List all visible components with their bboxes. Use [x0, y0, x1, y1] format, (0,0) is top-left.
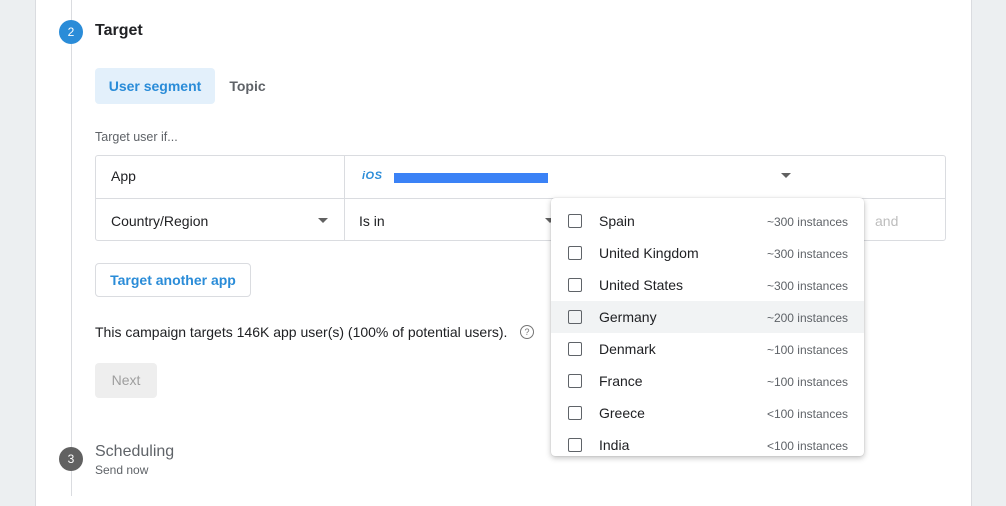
instance-count: ~300 instances: [766, 279, 848, 293]
step-2-badge: 2: [59, 20, 83, 44]
instance-count: ~100 instances: [766, 375, 848, 389]
step-3-subtitle: Send now: [95, 463, 149, 477]
country-select-chevron-down-icon[interactable]: [318, 218, 328, 223]
instance-count: ~100 instances: [766, 343, 848, 357]
target-if-label: Target user if...: [95, 130, 178, 144]
country-label: United States: [599, 277, 684, 293]
country-option-united-states[interactable]: United States ~300 instances: [551, 269, 864, 301]
country-label: Spain: [599, 213, 635, 229]
country-label: France: [599, 373, 643, 389]
operator-select[interactable]: Is in: [359, 213, 385, 229]
checkbox[interactable]: [568, 246, 582, 260]
instance-count: <100 instances: [766, 407, 848, 421]
country-dropdown[interactable]: Spain ~300 instances United Kingdom ~300…: [551, 198, 864, 456]
country-option-france[interactable]: France ~100 instances: [551, 365, 864, 397]
help-icon[interactable]: ?: [520, 325, 534, 339]
checkbox[interactable]: [568, 342, 582, 356]
redacted-app-name: [394, 173, 548, 183]
country-option-greece[interactable]: Greece <100 instances: [551, 397, 864, 429]
country-option-united-kingdom[interactable]: United Kingdom ~300 instances: [551, 237, 864, 269]
target-another-app-button[interactable]: Target another app: [95, 263, 251, 297]
step-3-badge: 3: [59, 447, 83, 471]
country-option-germany[interactable]: Germany ~200 instances: [551, 301, 864, 333]
country-label: Germany: [599, 309, 657, 325]
stepper-rail: [71, 0, 72, 496]
ios-platform-icon: iOS: [362, 170, 383, 182]
country-option-india[interactable]: India <100 instances: [551, 429, 864, 456]
country-option-denmark[interactable]: Denmark ~100 instances: [551, 333, 864, 365]
checkbox[interactable]: [568, 278, 582, 292]
country-label: Greece: [599, 405, 645, 421]
column-divider: [344, 156, 345, 240]
country-label: Denmark: [599, 341, 656, 357]
instance-count: ~300 instances: [766, 247, 848, 261]
country-label: India: [599, 437, 630, 453]
tab-topic[interactable]: Topic: [220, 68, 275, 104]
checkbox[interactable]: [568, 438, 582, 452]
checkbox[interactable]: [568, 406, 582, 420]
next-button[interactable]: Next: [95, 363, 157, 398]
step-3-title[interactable]: Scheduling: [95, 443, 174, 461]
country-option-spain[interactable]: Spain ~300 instances: [551, 205, 864, 237]
and-joiner[interactable]: and: [875, 213, 898, 229]
checkbox[interactable]: [568, 214, 582, 228]
step-2-title: Target: [95, 22, 143, 39]
app-select-chevron-down-icon[interactable]: [781, 173, 791, 178]
checkbox[interactable]: [568, 310, 582, 324]
country-region-select[interactable]: Country/Region: [111, 213, 208, 229]
app-field-label: App: [111, 168, 136, 184]
checkbox[interactable]: [568, 374, 582, 388]
instance-count: ~300 instances: [766, 215, 848, 229]
tab-user-segment[interactable]: User segment: [95, 68, 215, 104]
instance-count: ~200 instances: [766, 311, 848, 325]
country-label: United Kingdom: [599, 245, 699, 261]
campaign-summary: This campaign targets 146K app user(s) (…: [95, 324, 508, 340]
instance-count: <100 instances: [766, 439, 848, 453]
